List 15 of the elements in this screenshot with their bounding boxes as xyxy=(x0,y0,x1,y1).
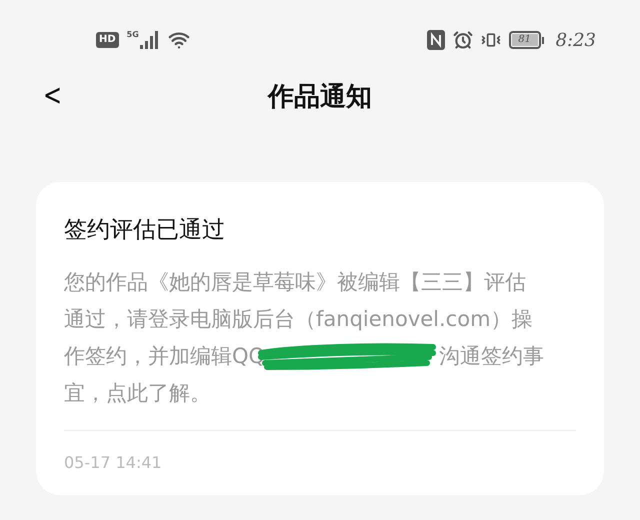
message-text: 宜，点此了解。 xyxy=(64,380,211,407)
message-text: 通过，请登录电脑版后台（fanqienovel.com）操 xyxy=(64,306,533,333)
message-text: 沟通签约事 xyxy=(439,343,544,370)
page-title: 作品通知 xyxy=(268,80,372,114)
alarm-icon xyxy=(452,30,473,50)
nfc-icon xyxy=(426,30,445,50)
message-text: 您的作品《她的唇是草莓味》被编辑【三三】评估 xyxy=(64,269,526,296)
network-label: 5G xyxy=(126,31,139,39)
hd-badge: HD xyxy=(96,32,119,48)
battery-icon: 81 xyxy=(508,31,544,49)
clock: 8:23 xyxy=(556,28,596,52)
notification-title: 签约评估已通过 xyxy=(64,216,226,245)
notification-time: 05-17 14:41 xyxy=(64,453,162,472)
back-button[interactable]: < xyxy=(43,76,62,116)
signal-icon xyxy=(140,31,160,49)
